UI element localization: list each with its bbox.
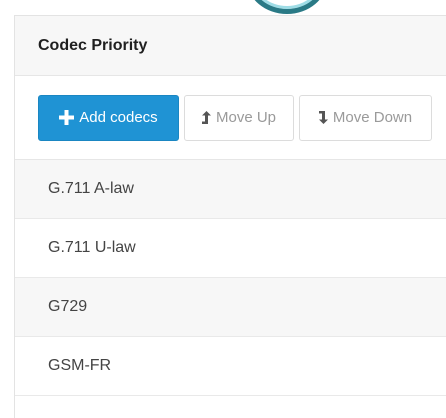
decorative-ring-icon xyxy=(247,0,327,14)
panel-header: Codec Priority xyxy=(15,16,446,76)
move-down-label: Move Down xyxy=(332,109,413,126)
arrow-down-icon xyxy=(318,111,328,124)
move-up-label: Move Up xyxy=(215,109,277,126)
codec-name: G.711 U-law xyxy=(48,239,136,256)
move-down-button[interactable]: Move Down xyxy=(299,94,432,141)
add-codecs-label: Add codecs xyxy=(79,109,158,126)
panel-title: Codec Priority xyxy=(38,36,148,54)
plus-icon xyxy=(59,110,75,125)
page: Codec Priority Add codecs Move Up Move D… xyxy=(0,0,446,418)
arrow-up-icon xyxy=(201,111,211,124)
toolbar: Add codecs Move Up Move Down xyxy=(15,76,446,160)
codec-priority-panel: Codec Priority Add codecs Move Up Move D… xyxy=(14,15,446,418)
codec-list-item[interactable]: G.711 U-law xyxy=(15,219,446,278)
codec-list-item[interactable]: G729 xyxy=(15,278,446,337)
codec-list-item[interactable]: GSM-FR xyxy=(15,337,446,396)
codec-name: GSM-FR xyxy=(48,357,112,374)
codec-list: G.711 A-law G.711 U-law G729 GSM-FR xyxy=(15,160,446,396)
codec-name: G.711 A-law xyxy=(48,180,134,197)
codec-list-item[interactable]: G.711 A-law xyxy=(15,160,446,219)
codec-name: G729 xyxy=(48,298,88,315)
move-up-button[interactable]: Move Up xyxy=(184,94,294,141)
add-codecs-button[interactable]: Add codecs xyxy=(38,94,179,141)
